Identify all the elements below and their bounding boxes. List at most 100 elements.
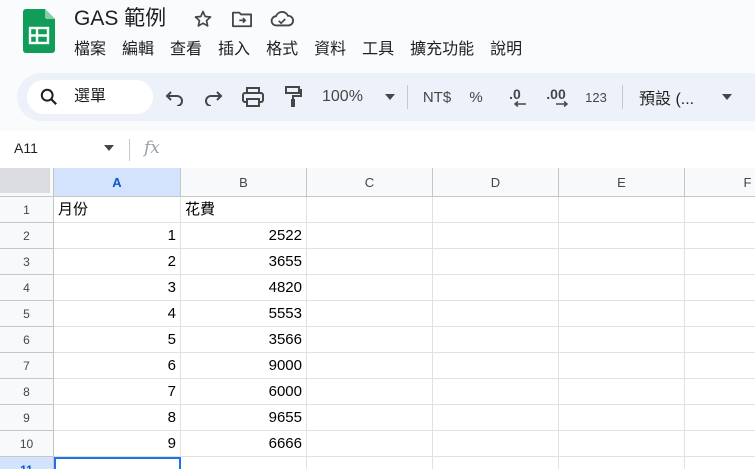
move-folder-icon[interactable] <box>230 8 254 30</box>
cell-d[interactable] <box>433 301 559 327</box>
cell-e[interactable] <box>559 223 685 249</box>
row-header[interactable]: 8 <box>0 379 54 405</box>
cell-f[interactable] <box>685 197 755 223</box>
active-cell-selection[interactable] <box>54 457 181 469</box>
row-header[interactable]: 9 <box>0 405 54 431</box>
menu-view[interactable]: 查看 <box>162 38 210 62</box>
cell-c[interactable] <box>307 301 433 327</box>
cell-f[interactable] <box>685 249 755 275</box>
cell-e[interactable] <box>559 405 685 431</box>
column-header-a[interactable]: A <box>54 168 181 197</box>
cell-b[interactable]: 6000 <box>181 379 307 405</box>
cell-f[interactable] <box>685 431 755 457</box>
cell-b[interactable]: 9000 <box>181 353 307 379</box>
cell-c[interactable] <box>307 457 433 469</box>
cell-e[interactable] <box>559 249 685 275</box>
column-header-c[interactable]: C <box>307 168 433 197</box>
cell-e[interactable] <box>559 301 685 327</box>
currency-format-button[interactable]: NT$ <box>419 85 455 109</box>
column-header-d[interactable]: D <box>433 168 559 197</box>
font-select[interactable]: 預設 (... <box>639 85 705 109</box>
increase-decimal-button[interactable]: .00 <box>541 85 571 109</box>
cell-a[interactable]: 8 <box>54 405 181 431</box>
cell-f[interactable] <box>685 223 755 249</box>
cell-f[interactable] <box>685 457 755 469</box>
cell-d[interactable] <box>433 379 559 405</box>
star-icon[interactable] <box>191 8 215 30</box>
cell-e[interactable] <box>559 197 685 223</box>
cell-f[interactable] <box>685 327 755 353</box>
cell-c[interactable] <box>307 405 433 431</box>
cell-c[interactable] <box>307 249 433 275</box>
cell-a[interactable]: 5 <box>54 327 181 353</box>
document-title[interactable]: GAS 範例 <box>74 6 166 32</box>
cell-c[interactable] <box>307 197 433 223</box>
cell-d[interactable] <box>433 327 559 353</box>
cell-d[interactable] <box>433 275 559 301</box>
cell-c[interactable] <box>307 379 433 405</box>
caret-down-icon[interactable] <box>104 145 114 151</box>
menu-data[interactable]: 資料 <box>306 38 354 62</box>
row-header[interactable]: 11 <box>0 457 54 469</box>
menu-file[interactable]: 檔案 <box>66 38 114 62</box>
cell-e[interactable] <box>559 431 685 457</box>
cell-b[interactable]: 9655 <box>181 405 307 431</box>
cell-e[interactable] <box>559 379 685 405</box>
cell-b[interactable] <box>181 457 307 469</box>
cell-c[interactable] <box>307 275 433 301</box>
row-header[interactable]: 5 <box>0 301 54 327</box>
cell-f[interactable] <box>685 301 755 327</box>
cell-d[interactable] <box>433 197 559 223</box>
row-header[interactable]: 10 <box>0 431 54 457</box>
cell-b[interactable]: 4820 <box>181 275 307 301</box>
cell-f[interactable] <box>685 379 755 405</box>
cell-e[interactable] <box>559 275 685 301</box>
column-header-f[interactable]: F <box>685 168 755 197</box>
cell-e[interactable] <box>559 353 685 379</box>
menu-format[interactable]: 格式 <box>258 38 306 62</box>
sheets-logo-icon[interactable] <box>23 9 55 53</box>
cell-c[interactable] <box>307 353 433 379</box>
cell-d[interactable] <box>433 457 559 469</box>
zoom-dropdown[interactable] <box>383 85 397 109</box>
cell-c[interactable] <box>307 327 433 353</box>
menu-help[interactable]: 說明 <box>482 38 530 62</box>
font-dropdown[interactable] <box>720 85 734 109</box>
cell-a[interactable]: 9 <box>54 431 181 457</box>
cell-e[interactable] <box>559 327 685 353</box>
cell-f[interactable] <box>685 405 755 431</box>
cell-b[interactable]: 2522 <box>181 223 307 249</box>
redo-button[interactable] <box>201 85 225 109</box>
menu-extensions[interactable]: 擴充功能 <box>402 38 482 62</box>
select-all-corner[interactable] <box>0 168 54 197</box>
cell-c[interactable] <box>307 431 433 457</box>
cell-b[interactable]: 3566 <box>181 327 307 353</box>
name-box[interactable]: A11 <box>14 140 38 156</box>
cloud-saved-icon[interactable] <box>270 8 294 30</box>
cell-d[interactable] <box>433 431 559 457</box>
print-button[interactable] <box>241 85 265 109</box>
cell-a[interactable]: 2 <box>54 249 181 275</box>
cell-e[interactable] <box>559 457 685 469</box>
undo-button[interactable] <box>163 85 187 109</box>
row-header[interactable]: 6 <box>0 327 54 353</box>
cell-d[interactable] <box>433 405 559 431</box>
row-header[interactable]: 4 <box>0 275 54 301</box>
cell-b[interactable]: 6666 <box>181 431 307 457</box>
zoom-select[interactable]: 100% <box>322 85 372 109</box>
cell-c[interactable] <box>307 223 433 249</box>
number-format-button[interactable]: 123 <box>583 85 609 109</box>
cell-a[interactable]: 月份 <box>54 197 181 223</box>
column-header-e[interactable]: E <box>559 168 685 197</box>
cell-a[interactable]: 6 <box>54 353 181 379</box>
menu-tools[interactable]: 工具 <box>354 38 402 62</box>
cell-a[interactable]: 3 <box>54 275 181 301</box>
menu-edit[interactable]: 編輯 <box>114 38 162 62</box>
cell-f[interactable] <box>685 353 755 379</box>
row-header[interactable]: 1 <box>0 197 54 223</box>
cell-b[interactable]: 花費 <box>181 197 307 223</box>
row-header[interactable]: 7 <box>0 353 54 379</box>
row-header[interactable]: 2 <box>0 223 54 249</box>
cell-d[interactable] <box>433 353 559 379</box>
percent-format-button[interactable]: % <box>466 85 486 109</box>
